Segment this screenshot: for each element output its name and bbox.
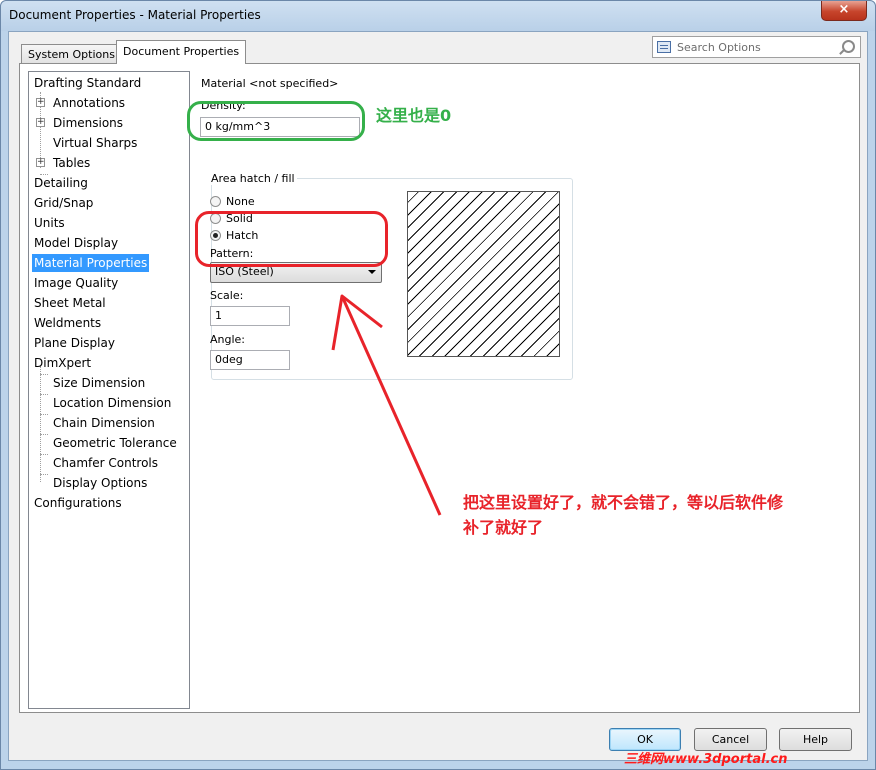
window-title: Document Properties - Material Propertie… xyxy=(9,8,261,22)
tree-item-material-properties[interactable]: Material Properties xyxy=(32,254,150,272)
none-radio[interactable] xyxy=(210,196,221,207)
tree-item-tables[interactable]: Tables xyxy=(53,154,90,172)
options-tree[interactable]: Drafting Standard + Annotations + Dimens… xyxy=(28,71,190,709)
close-button[interactable]: × xyxy=(821,1,867,21)
tree-item-dimxpert[interactable]: DimXpert xyxy=(34,354,91,372)
search-placeholder: Search Options xyxy=(677,41,761,54)
tree-line xyxy=(40,474,48,475)
tree-line xyxy=(40,394,48,395)
angle-input[interactable]: 0deg xyxy=(210,350,290,370)
tree-item-configurations[interactable]: Configurations xyxy=(34,494,122,512)
expand-icon[interactable]: + xyxy=(36,118,45,127)
material-label: Material <not specified> xyxy=(201,77,339,90)
chevron-down-icon xyxy=(368,270,376,274)
scale-label: Scale: xyxy=(210,289,244,302)
tree-item-units[interactable]: Units xyxy=(34,214,65,232)
tree-line xyxy=(40,366,41,482)
tree-item-weldments[interactable]: Weldments xyxy=(34,314,101,332)
tree-item-geometric-tolerance[interactable]: Geometric Tolerance xyxy=(53,434,177,452)
tab-document-properties[interactable]: Document Properties xyxy=(116,40,247,64)
angle-label: Angle: xyxy=(210,333,246,346)
tree-item-display-options[interactable]: Display Options xyxy=(53,474,147,492)
tree-line xyxy=(40,434,48,435)
material-properties-page: Material <not specified> Density: 0 kg/m… xyxy=(200,71,850,701)
dialog-client: System Options Document Properties Searc… xyxy=(8,31,868,761)
tree-item-dimensions[interactable]: Dimensions xyxy=(53,114,123,132)
tab-system-options[interactable]: System Options xyxy=(21,44,122,63)
document-properties-panel: Drafting Standard + Annotations + Dimens… xyxy=(19,63,860,713)
tree-item-size-dimension[interactable]: Size Dimension xyxy=(53,374,145,392)
area-hatch-group-label: Area hatch / fill xyxy=(209,172,297,185)
tree-item-detailing[interactable]: Detailing xyxy=(34,174,88,192)
search-options-input[interactable]: Search Options xyxy=(652,36,861,58)
tree-line xyxy=(40,414,48,415)
tree-item-plane-display[interactable]: Plane Display xyxy=(34,334,115,352)
tree-item-model-display[interactable]: Model Display xyxy=(34,234,118,252)
tree-item-annotations[interactable]: Annotations xyxy=(53,94,125,112)
tree-item-grid-snap[interactable]: Grid/Snap xyxy=(34,194,93,212)
red-annotation-text: 把这里设置好了，就不会错了，等以后软件修补了就好了 xyxy=(463,493,784,537)
expand-icon[interactable]: + xyxy=(36,98,45,107)
tree-line xyxy=(40,454,48,455)
none-radio-label[interactable]: None xyxy=(226,195,255,208)
tree-line xyxy=(40,374,48,375)
tree-item-chamfer-controls[interactable]: Chamfer Controls xyxy=(53,454,158,472)
tree-item-sheet-metal[interactable]: Sheet Metal xyxy=(34,294,106,312)
tree-item-drafting-standard[interactable]: Drafting Standard xyxy=(34,74,141,92)
green-highlight-circle xyxy=(187,101,365,141)
tree-item-virtual-sharps[interactable]: Virtual Sharps xyxy=(53,134,137,152)
green-annotation-text: 这里也是0 xyxy=(376,106,452,125)
tree-item-image-quality[interactable]: Image Quality xyxy=(34,274,118,292)
title-bar[interactable]: Document Properties - Material Propertie… xyxy=(1,1,875,31)
red-highlight-circle xyxy=(195,211,388,267)
hatch-preview xyxy=(407,191,560,357)
help-button[interactable]: Help xyxy=(779,728,852,751)
watermark-text: 三维网www.3dportal.cn xyxy=(624,752,788,767)
tree-item-location-dimension[interactable]: Location Dimension xyxy=(53,394,171,412)
search-icon[interactable] xyxy=(842,40,855,53)
expand-icon[interactable]: + xyxy=(36,158,45,167)
options-list-icon xyxy=(657,41,671,53)
tree-item-chain-dimension[interactable]: Chain Dimension xyxy=(53,414,155,432)
scale-input[interactable]: 1 xyxy=(210,306,290,326)
